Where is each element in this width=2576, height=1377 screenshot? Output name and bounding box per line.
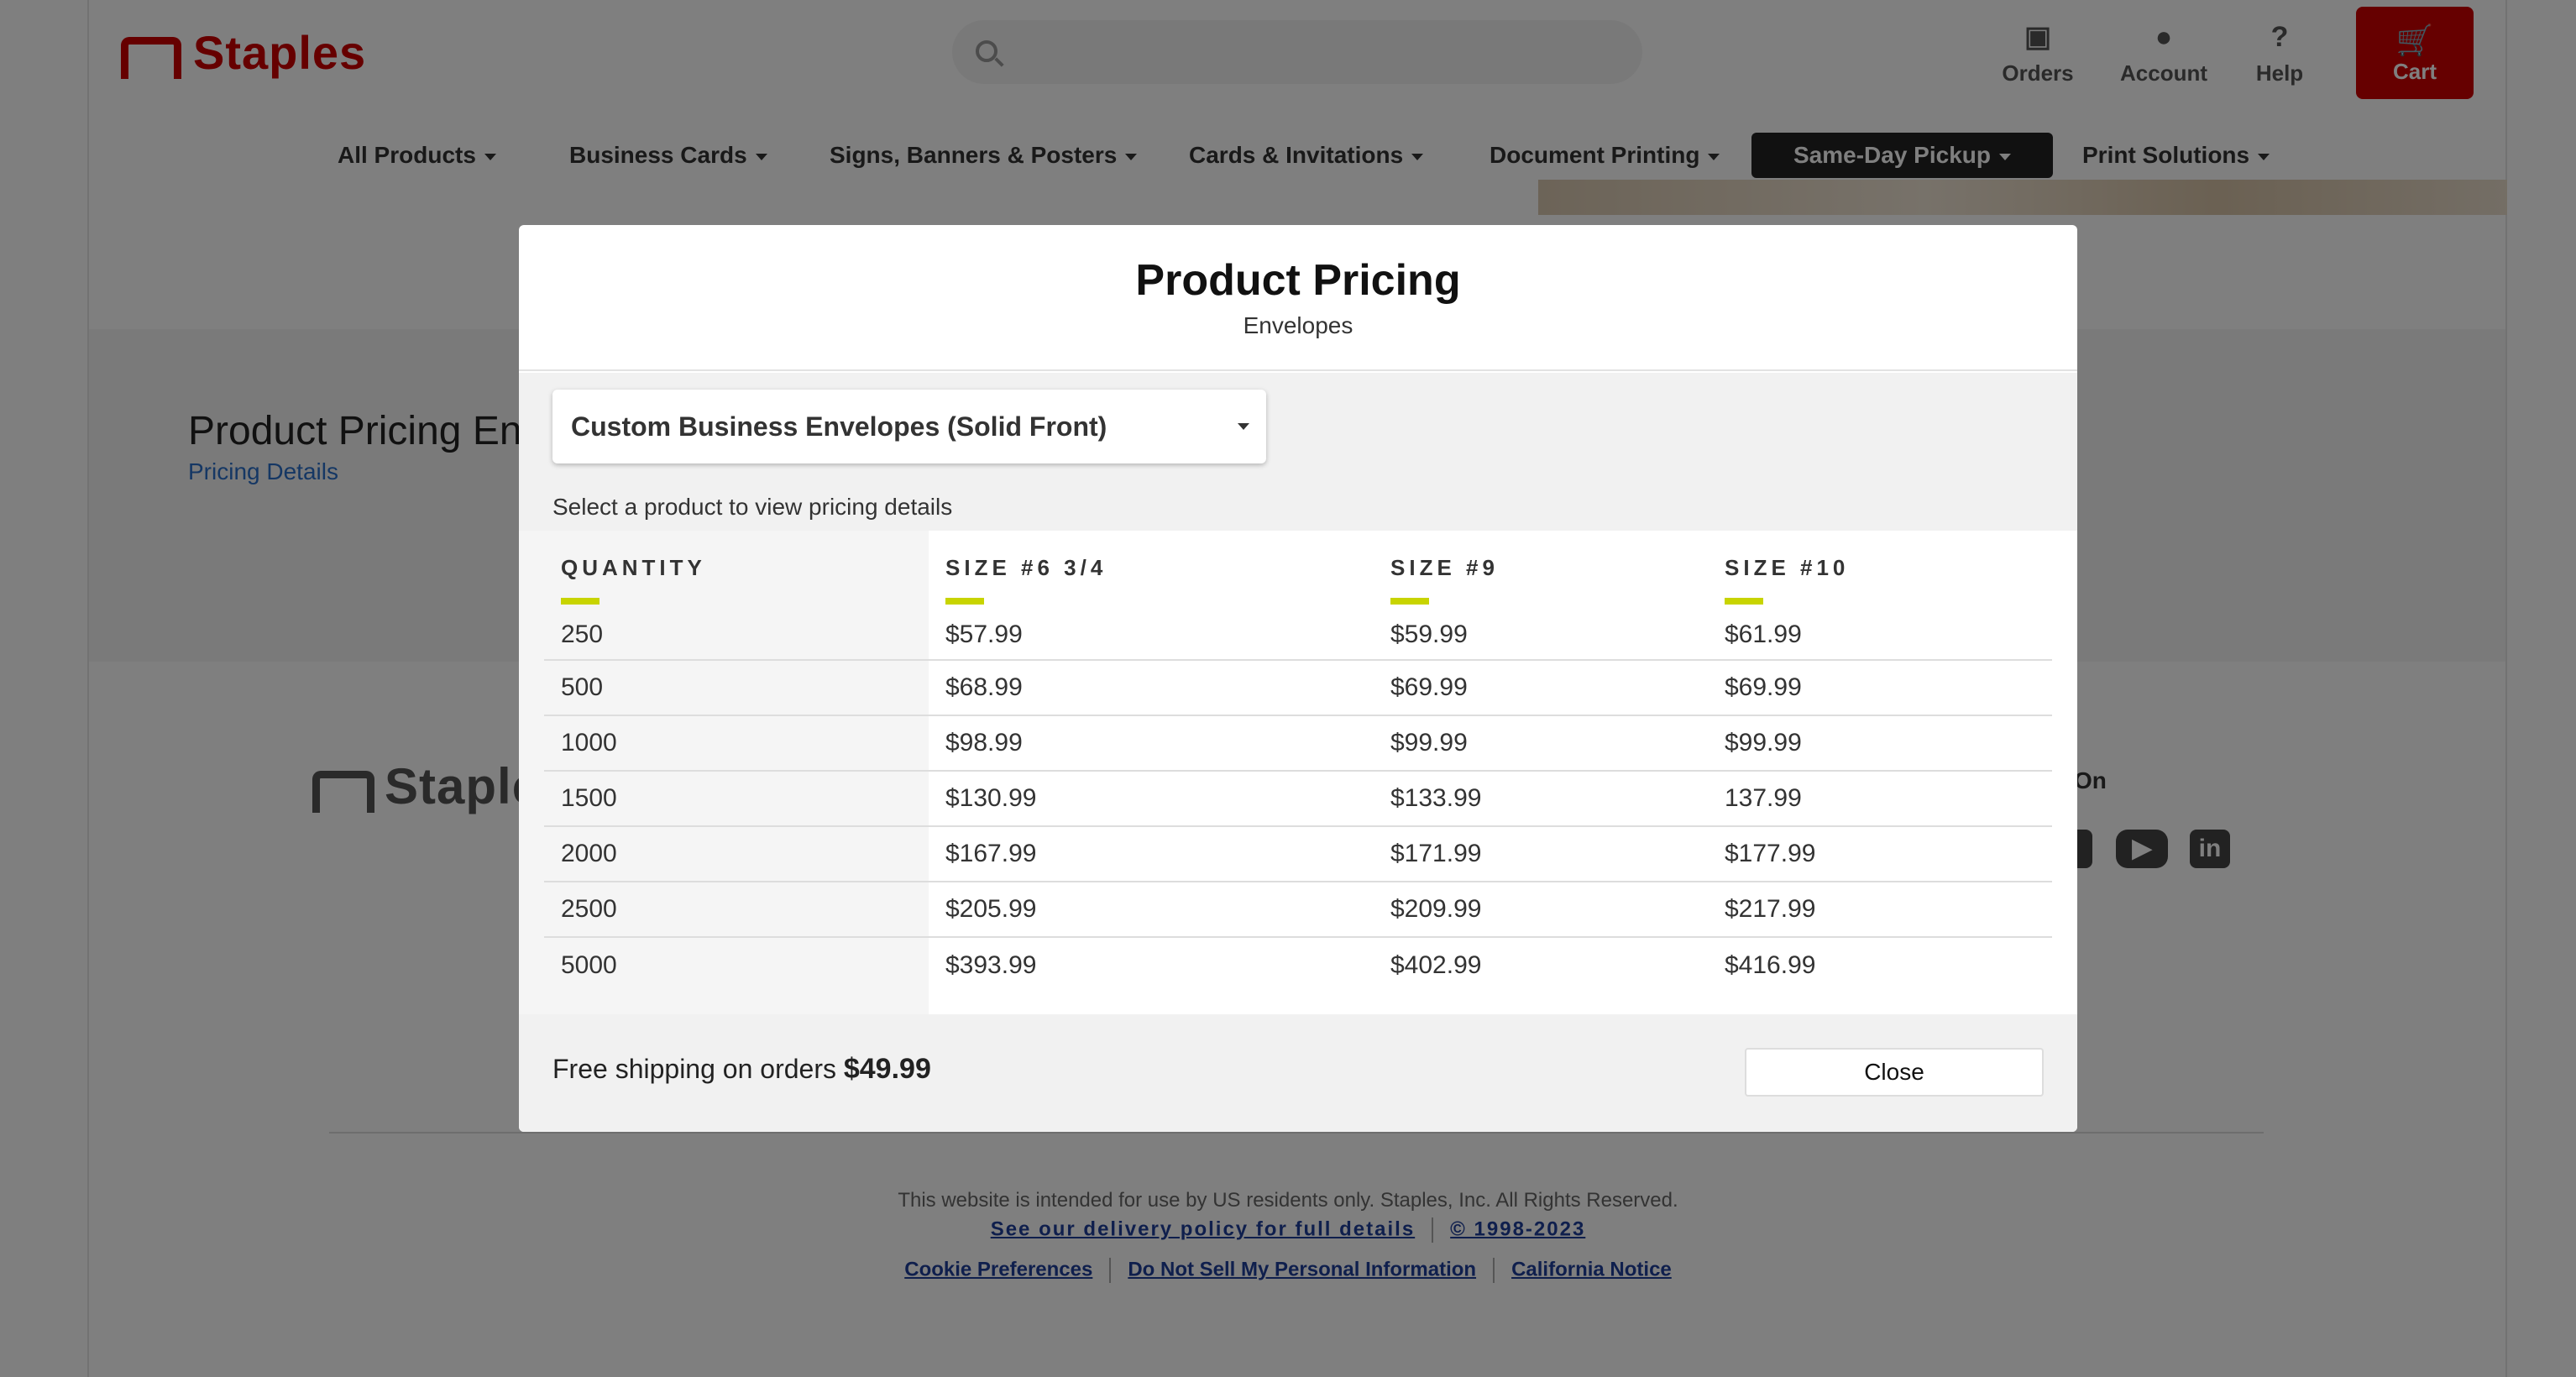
price-cell: $402.99 (1374, 936, 1708, 992)
header-underline (1725, 598, 1763, 605)
modal-footer: Free shipping on orders $49.99 Close (519, 1014, 2077, 1132)
table-row: 5000 $393.99 $402.99 $416.99 (544, 936, 2052, 992)
table-row: 2000 $167.99 $171.99 $177.99 (544, 825, 2052, 882)
pricing-table-area: QUANTITY SIZE #6 3/4 SIZE #9 SIZE #10 25… (519, 531, 2077, 1016)
column-header-label: SIZE #9 (1390, 555, 1499, 580)
column-header-label: QUANTITY (561, 555, 706, 580)
price-cell: $130.99 (929, 770, 1374, 826)
quantity-cell: 1000 (544, 715, 929, 771)
price-cell: $99.99 (1374, 715, 1708, 771)
price-cell: $59.99 (1390, 620, 1468, 648)
price-cell: $217.99 (1708, 881, 2052, 937)
table-header-row: QUANTITY SIZE #6 3/4 SIZE #9 SIZE #10 (544, 531, 2052, 610)
free-shipping-note: Free shipping on orders $49.99 (552, 1053, 931, 1086)
product-pricing-modal: Product Pricing Envelopes Custom Busines… (519, 225, 2077, 1132)
price-cell: $69.99 (1708, 659, 2052, 715)
quantity-cell: 2500 (544, 881, 929, 937)
quantity-cell: 500 (544, 659, 929, 715)
table-row: 500 $68.99 $69.99 $69.99 (544, 659, 2052, 715)
table-row: 2500 $205.99 $209.99 $217.99 (544, 881, 2052, 937)
price-cell: $57.99 (945, 620, 1023, 648)
modal-header: Product Pricing Envelopes (519, 225, 2077, 371)
pricing-table: QUANTITY SIZE #6 3/4 SIZE #9 SIZE #10 25… (544, 531, 2052, 992)
price-cell: $98.99 (929, 715, 1374, 771)
column-header: SIZE #9 (1374, 531, 1708, 610)
select-hint: Select a product to view pricing details (552, 494, 953, 520)
price-cell: $61.99 (1725, 620, 1802, 648)
quantity-cell: 250 (561, 620, 604, 648)
close-button[interactable]: Close (1745, 1048, 2044, 1097)
table-row: 1500 $130.99 $133.99 137.99 (544, 770, 2052, 826)
price-cell: $393.99 (929, 936, 1374, 992)
header-underline (561, 598, 599, 605)
price-cell: $205.99 (929, 881, 1374, 937)
price-cell: 137.99 (1708, 770, 2052, 826)
header-underline (945, 598, 984, 605)
modal-title: Product Pricing (1135, 256, 1461, 305)
price-cell: $99.99 (1708, 715, 2052, 771)
column-header-label: SIZE #10 (1725, 555, 1850, 580)
column-header: SIZE #10 (1708, 531, 2052, 610)
quantity-cell: 5000 (544, 936, 929, 992)
quantity-cell: 1500 (544, 770, 929, 826)
product-select[interactable]: Custom Business Envelopes (Solid Front) (552, 390, 1266, 463)
price-cell: $133.99 (1374, 770, 1708, 826)
modal-subtitle: Envelopes (1243, 312, 1353, 338)
price-cell: $171.99 (1374, 825, 1708, 882)
chevron-down-icon (1238, 423, 1249, 430)
price-cell: $69.99 (1374, 659, 1708, 715)
price-cell: $167.99 (929, 825, 1374, 882)
column-header: SIZE #6 3/4 (929, 531, 1374, 610)
shipping-text: Free shipping on orders (552, 1054, 836, 1084)
product-select-value: Custom Business Envelopes (Solid Front) (571, 411, 1107, 442)
table-row: 250 $57.99 $59.99 $61.99 (544, 610, 2052, 660)
shipping-amount: $49.99 (843, 1053, 931, 1085)
price-cell: $68.99 (929, 659, 1374, 715)
price-cell: $177.99 (1708, 825, 2052, 882)
table-row: 1000 $98.99 $99.99 $99.99 (544, 715, 2052, 771)
price-cell: $209.99 (1374, 881, 1708, 937)
header-underline (1390, 598, 1429, 605)
product-select-area: Custom Business Envelopes (Solid Front) … (519, 373, 2077, 531)
price-cell: $416.99 (1708, 936, 2052, 992)
quantity-cell: 2000 (544, 825, 929, 882)
column-header-label: SIZE #6 3/4 (945, 555, 1107, 580)
column-header: QUANTITY (544, 531, 929, 610)
